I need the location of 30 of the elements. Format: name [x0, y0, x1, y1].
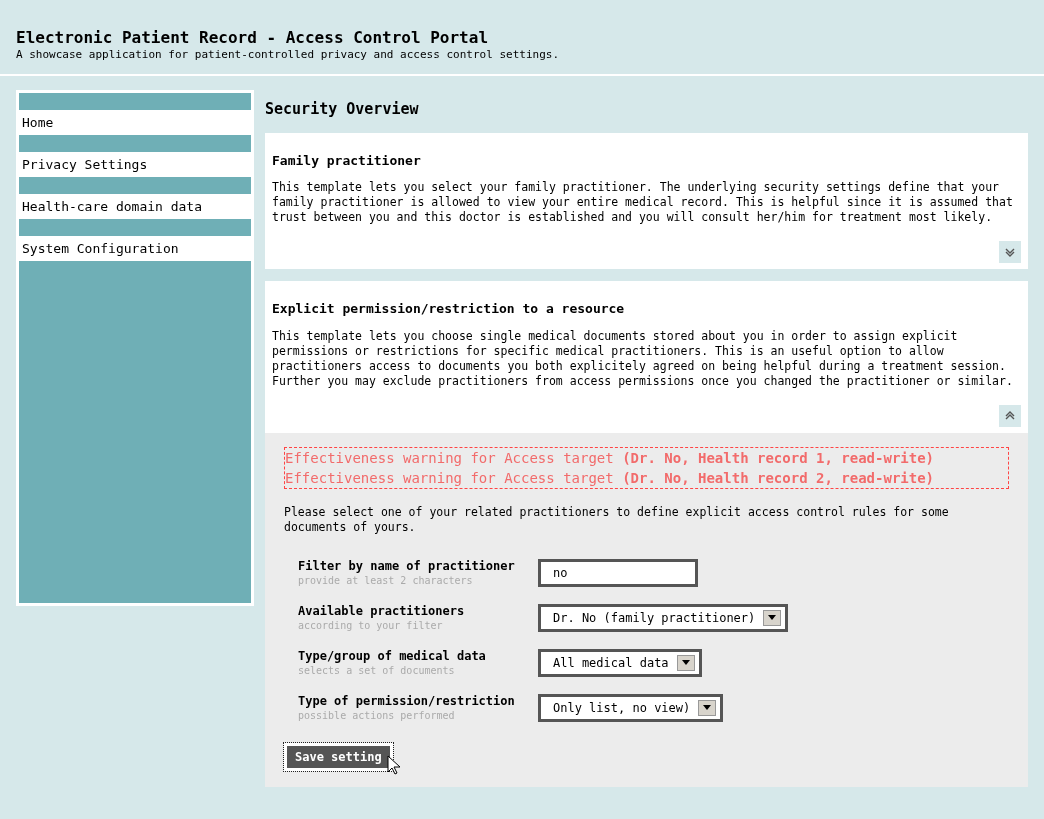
app-subtitle: A showcase application for patient-controlled privacy and access control settings.	[16, 48, 561, 62]
sidebar-item[interactable]: Health-care domain data	[19, 194, 251, 219]
app-title: Electronic Patient Record - Access Control Portal	[16, 28, 489, 48]
collapse-button[interactable]	[999, 404, 1021, 427]
template-title: Explicit permission/restriction to a resource	[272, 300, 626, 318]
field-hint: possible actions performed	[298, 708, 456, 723]
dropdown[interactable]: All medical data	[538, 648, 702, 677]
warning-text: Effectiveness warning for Access target (Dr. No, Health record 1, read-write)	[285, 448, 936, 468]
template-description: This template lets you select your family practitioner. The underlying security settings define that your family practitioner is allowed to view your entire medical record. This is helpful since it is assumed that trust between you and this doctor is established and you will consult her/him for treatment most likely.	[272, 180, 1014, 225]
field-label: Available practitioners	[298, 603, 466, 619]
field-label: Type of permission/restriction	[298, 693, 516, 709]
template-description: This template lets you choose single medical documents stored about you in order to assign explicit permissions or restrictions for specific medical practitioners. This is an useful option to allow practitioners access to documents you both explicitely agreed on being helpful during a treatment session. Further you may exclude practitioners from access permissions once you changed the practitioner or similar.	[272, 328, 1014, 389]
dropdown[interactable]: Dr. No (family practitioner)	[538, 603, 789, 632]
template-title: Family practitioner	[272, 151, 422, 170]
sidebar-item[interactable]: Privacy Settings	[19, 152, 251, 177]
warning-text: Effectiveness warning for Access target (Dr. No, Health record 2, read-write)	[285, 468, 936, 488]
cursor-icon	[386, 754, 401, 775]
page-title: Security Overview	[265, 99, 420, 120]
text-field[interactable]: no	[538, 558, 698, 587]
sidebar-item[interactable]: Home	[19, 110, 251, 135]
sidebar-item[interactable]: System Configuration	[19, 236, 251, 261]
field-hint: provide at least 2 characters	[298, 573, 474, 588]
field-label: Filter by name of practitioner	[298, 558, 516, 574]
field-label: Type/group of medical data	[298, 648, 487, 664]
field-hint: selects a set of documents	[298, 663, 456, 678]
dropdown[interactable]: Only list, no view)	[538, 693, 724, 722]
form-intro: Please select one of your related practitioners to define explicit access control rules for some documents of yours.	[284, 504, 950, 535]
field-hint: according to your filter	[298, 618, 444, 633]
save-button[interactable]: Save setting	[284, 742, 393, 771]
expand-button[interactable]	[999, 241, 1021, 263]
